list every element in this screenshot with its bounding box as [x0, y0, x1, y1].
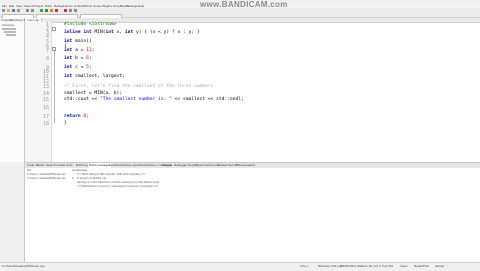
- code-line-9: int c = 5;: [64, 65, 92, 70]
- redo-icon[interactable]: [31, 9, 34, 12]
- management-panel: Projects Files FSymbols Workspace: [0, 18, 29, 162]
- status-language: C/C++: [300, 264, 309, 268]
- debug-icon[interactable]: [64, 9, 67, 12]
- log-cell: === Build: Debug in MIN (compiler: GNU G…: [77, 173, 146, 176]
- line-number: 8: [45, 56, 49, 62]
- log-cell: C:\Users\...\Desktop\MIN\main.cpp: [27, 173, 66, 176]
- code-editor[interactable]: [25, 18, 480, 162]
- code-line-5: int main(): [64, 39, 92, 44]
- run-icon[interactable]: [45, 9, 48, 12]
- stop-icon[interactable]: [55, 9, 58, 12]
- log-cell: 3: [72, 177, 74, 180]
- workspace-tree-item[interactable]: Workspace: [2, 24, 14, 27]
- code-line-15: std::cout << "The smallest number is: " …: [64, 97, 244, 102]
- line-number: 13: [42, 84, 49, 90]
- status-insert-mode: Insert: [400, 264, 408, 268]
- code-line-13: // First, let's find the smallest of the…: [64, 84, 214, 89]
- tree-file-node[interactable]: [6, 34, 16, 36]
- step-icon[interactable]: [69, 9, 72, 12]
- code-line-17: return 0;: [64, 114, 89, 119]
- open-folder-icon[interactable]: [7, 9, 10, 12]
- log-cell: In function 'int MIN(int, int)':: [77, 177, 108, 180]
- log-cell: File: [27, 169, 32, 172]
- line-number: 17: [42, 114, 49, 120]
- tree-sources-node[interactable]: [4, 31, 16, 33]
- save-all-icon[interactable]: [17, 9, 20, 12]
- build-icon[interactable]: [40, 9, 43, 12]
- line-number: 15: [42, 97, 49, 103]
- code-line-3: inline int MIN(int x, int y) { (x < y) ?…: [64, 30, 200, 35]
- step-into-icon[interactable]: [74, 9, 77, 12]
- log-cell: === Build finished: 0 error(s), 1 warnin…: [77, 185, 159, 188]
- log-cell: C:\Users\...\Desktop\MIN\main.cpp: [27, 177, 66, 180]
- code-line-14: smallest = MIN(a, b);: [64, 91, 123, 96]
- code-line-8: int b = 6;: [64, 56, 92, 61]
- status-position: Line 18, Col 2, Pos 361: [362, 264, 394, 268]
- fold-marker-icon[interactable]: [52, 27, 56, 31]
- line-number: 18: [42, 121, 49, 127]
- code-line-7: int a = 12;: [64, 48, 95, 53]
- line-number: 16: [42, 105, 49, 111]
- status-profile: default: [435, 264, 445, 268]
- status-eol: Windows (CR+LF): [318, 264, 343, 268]
- log-cell: warning: no return statement in function…: [77, 181, 160, 184]
- new-file-icon[interactable]: [2, 9, 5, 12]
- status-file-path: C:\Users\Desktop\MIN\main.cpp: [2, 264, 45, 268]
- status-read-write: Read/Write: [414, 264, 429, 268]
- code-line-18: }: [64, 121, 67, 126]
- code-line-11: int smallest, largest;: [64, 74, 125, 79]
- status-encoding: WINDOWS-1252: [340, 264, 363, 268]
- save-icon[interactable]: [12, 9, 15, 12]
- log-cell: Message: [77, 169, 88, 172]
- code-line-1: #include <iostream>: [64, 22, 117, 27]
- fold-guide: [54, 51, 55, 123]
- line-number: 7: [45, 48, 49, 54]
- build-run-icon[interactable]: [50, 9, 53, 12]
- left-bottom-panel: [0, 162, 25, 262]
- tree-project-node[interactable]: [2, 28, 16, 30]
- undo-icon[interactable]: [26, 9, 29, 12]
